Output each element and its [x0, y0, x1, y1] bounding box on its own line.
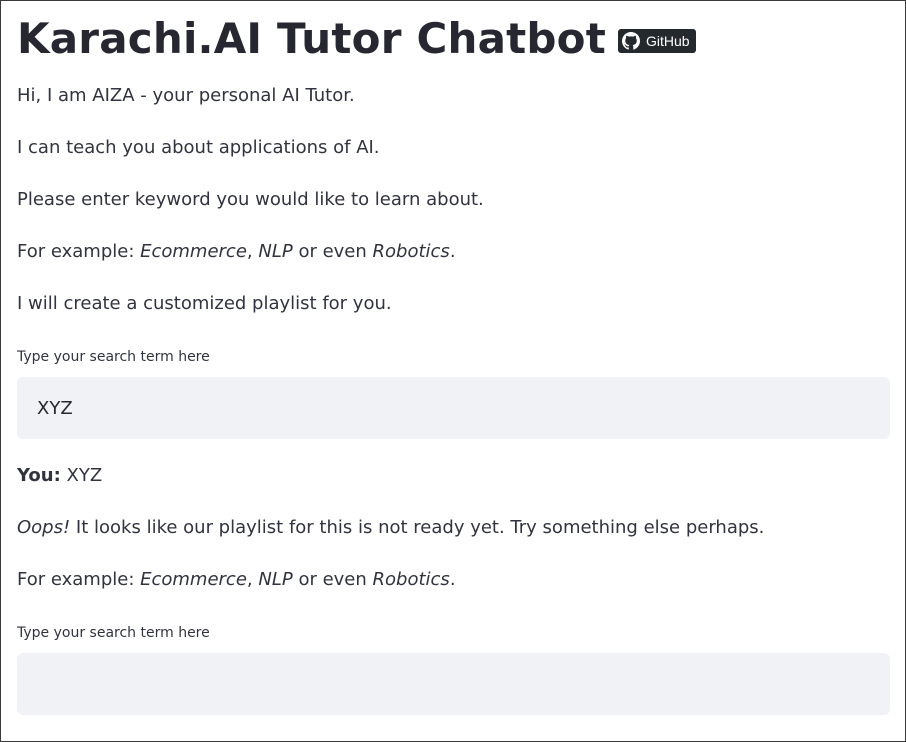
you-text: XYZ [60, 465, 103, 486]
chat-example-separator: , [246, 569, 259, 590]
chat-example-prefix: For example: [17, 569, 141, 590]
search-label-1: Type your search term here [17, 349, 210, 365]
chat-example-mid: or even [292, 569, 373, 590]
intro-example: For example: Ecommerce, NLP or even Robo… [17, 239, 456, 265]
github-icon [622, 32, 640, 50]
header: Karachi.AI Tutor Chatbot GitHub [17, 11, 696, 67]
chat-example-ecommerce: Ecommerce [140, 569, 247, 590]
search-label-2: Type your search term here [17, 625, 210, 641]
example-ecommerce: Ecommerce [140, 241, 247, 262]
chat-bot-reply: Oops! It looks like our playlist for thi… [17, 515, 764, 541]
you-label: You: [17, 465, 61, 486]
chat-you-message: You: XYZ [17, 463, 102, 489]
chat-example-suffix: . [449, 569, 456, 590]
app-window: Karachi.AI Tutor Chatbot GitHub Hi, I am… [0, 0, 906, 742]
intro-line-greeting: Hi, I am AIZA - your personal AI Tutor. [17, 85, 355, 106]
example-prefix: For example: [17, 241, 141, 262]
chat-example-robotics: Robotics [372, 569, 450, 590]
github-badge[interactable]: GitHub [618, 29, 696, 53]
example-suffix: . [449, 241, 456, 262]
intro-line-teach: I can teach you about applications of AI… [17, 137, 380, 158]
search-input-1[interactable] [17, 377, 890, 439]
example-robotics: Robotics [372, 241, 450, 262]
oops-text: It looks like our playlist for this is n… [70, 517, 765, 538]
example-mid: or even [292, 241, 373, 262]
intro-line-prompt: Please enter keyword you would like to l… [17, 189, 484, 210]
search-input-2[interactable] [17, 653, 890, 715]
search-input-1-field[interactable] [37, 397, 870, 419]
intro-line-playlist: I will create a customized playlist for … [17, 293, 392, 314]
example-nlp: NLP [258, 241, 293, 262]
search-input-2-field[interactable] [37, 673, 870, 695]
github-badge-label: GitHub [646, 33, 690, 49]
chat-example-nlp: NLP [258, 569, 293, 590]
page-title: Karachi.AI Tutor Chatbot [17, 14, 606, 63]
chat-example: For example: Ecommerce, NLP or even Robo… [17, 567, 456, 593]
example-separator: , [246, 241, 259, 262]
oops-label: Oops! [17, 517, 71, 538]
